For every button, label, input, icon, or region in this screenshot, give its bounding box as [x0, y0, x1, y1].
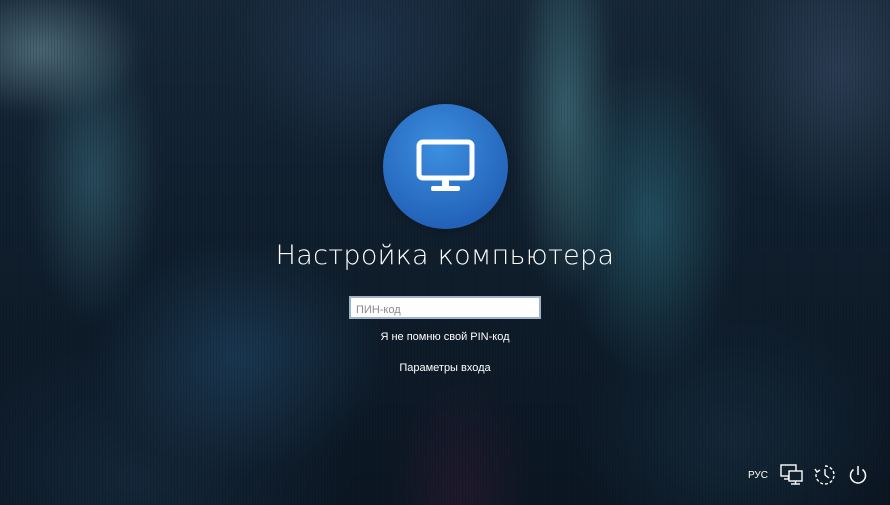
- monitor-icon: [416, 139, 475, 191]
- forgot-pin-link[interactable]: Я не помню свой PIN-код: [380, 331, 509, 343]
- system-tray: РУС: [748, 460, 890, 490]
- network-icon[interactable]: [780, 463, 804, 487]
- language-indicator[interactable]: РУС: [748, 470, 768, 481]
- pin-input[interactable]: [351, 300, 539, 320]
- pin-field[interactable]: [349, 296, 541, 320]
- user-name: Настройка компьютера: [275, 240, 615, 271]
- accessibility-icon[interactable]: [813, 463, 837, 487]
- power-icon[interactable]: [846, 463, 870, 487]
- signin-options-link[interactable]: Параметры входа: [399, 362, 490, 374]
- user-avatar: [383, 104, 508, 229]
- lock-screen: Настройка компьютера Я не помню свой PIN…: [0, 0, 890, 505]
